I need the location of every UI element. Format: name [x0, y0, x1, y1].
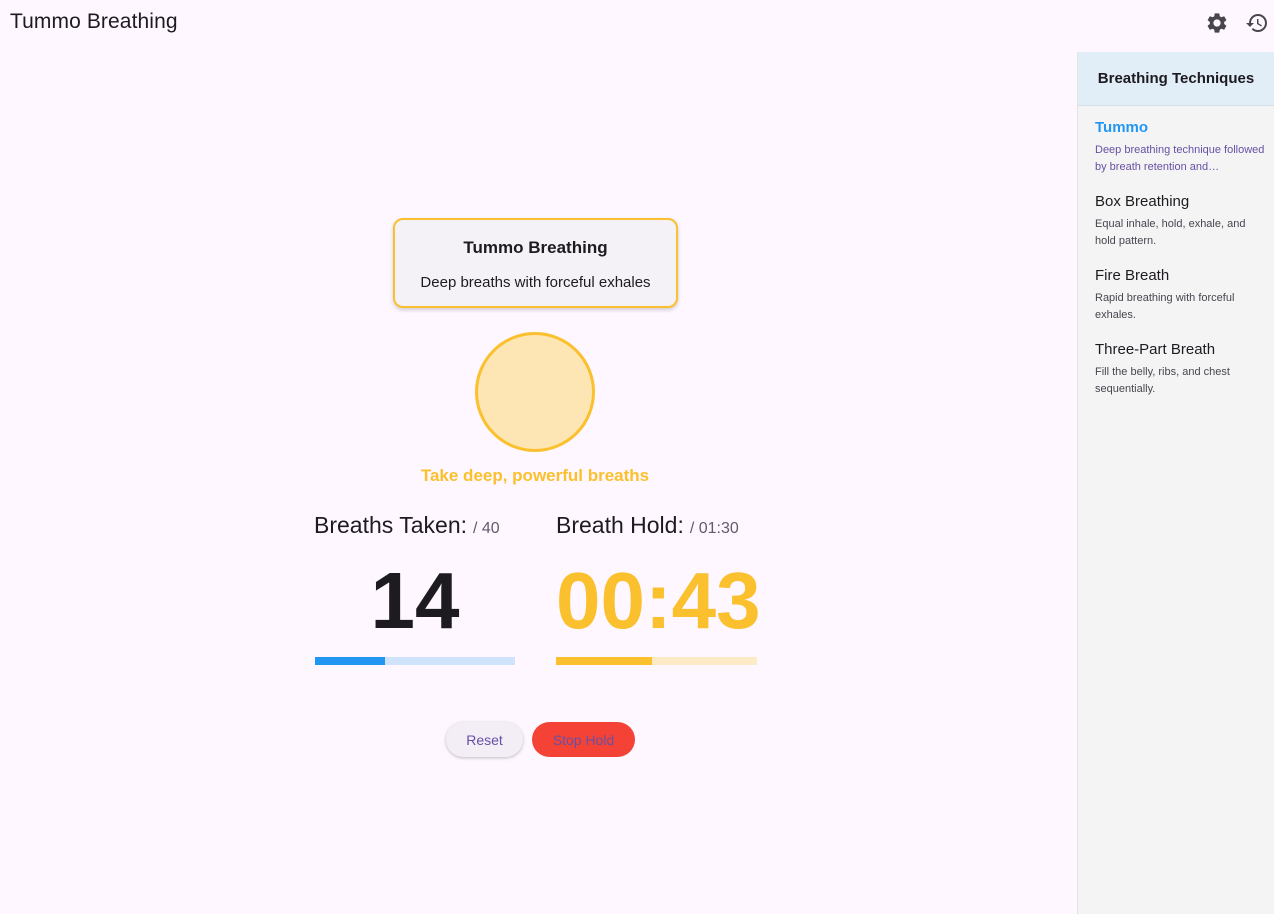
breath-hold-timer: Breath Hold: / 01:30 00:43 [556, 512, 761, 665]
hold-progress-bar [556, 657, 757, 665]
technique-item-fire-breath[interactable]: Fire Breath Rapid breathing with forcefu… [1095, 266, 1265, 324]
technique-name: Box Breathing [1095, 193, 1190, 210]
technique-item-box-breathing[interactable]: Box Breathing Equal inhale, hold, exhale… [1095, 192, 1265, 250]
main-content: Tummo Breathing Deep breaths with forcef… [0, 46, 1077, 914]
breaths-progress-bar [315, 657, 515, 665]
app-bar: Tummo Breathing [0, 0, 1274, 46]
app-window: Tummo Breathing Tummo Breathing Deep bre… [0, 0, 1274, 914]
technique-name: Fire Breath [1095, 267, 1170, 284]
breaths-progress-fill [315, 657, 385, 665]
technique-description: Fill the belly, ribs, and chest sequenti… [1095, 366, 1230, 395]
technique-description: Rapid breathing with forceful exhales. [1095, 292, 1235, 321]
breaths-counter: Breaths Taken: / 40 14 [314, 512, 516, 665]
history-icon[interactable] [1245, 11, 1269, 35]
hold-target: / 01:30 [689, 520, 739, 537]
stop-hold-button[interactable]: Stop Hold [532, 722, 635, 757]
technique-description: Equal inhale, hold, exhale, and hold pat… [1095, 218, 1246, 247]
app-title: Tummo Breathing [10, 10, 178, 33]
techniques-sidebar: Breathing Techniques Tummo Deep breathin… [1077, 52, 1274, 914]
hold-progress-fill [556, 657, 653, 665]
technique-card-description: Deep breaths with forceful exhales [420, 274, 651, 291]
breaths-label: Breaths Taken: [314, 512, 468, 538]
breaths-target: / 40 [473, 520, 500, 537]
breathing-instruction: Take deep, powerful breaths [420, 466, 650, 485]
breathing-circle [475, 332, 595, 452]
settings-icon[interactable] [1205, 11, 1229, 35]
hold-time: 00:43 [556, 556, 761, 645]
technique-item-three-part-breath[interactable]: Three-Part Breath Fill the belly, ribs, … [1095, 340, 1265, 398]
technique-item-tummo[interactable]: Tummo Deep breathing technique followed … [1095, 118, 1265, 176]
sidebar-header: Breathing Techniques [1078, 52, 1274, 106]
reset-button[interactable]: Reset [446, 722, 523, 757]
technique-card: Tummo Breathing Deep breaths with forcef… [393, 218, 678, 308]
hold-label: Breath Hold: [556, 512, 684, 538]
technique-name: Tummo [1095, 119, 1149, 136]
technique-name: Three-Part Breath [1095, 341, 1216, 358]
breaths-count: 14 [370, 556, 460, 645]
technique-description: Deep breathing technique followed by bre… [1095, 144, 1265, 173]
technique-card-title: Tummo Breathing [463, 238, 608, 257]
